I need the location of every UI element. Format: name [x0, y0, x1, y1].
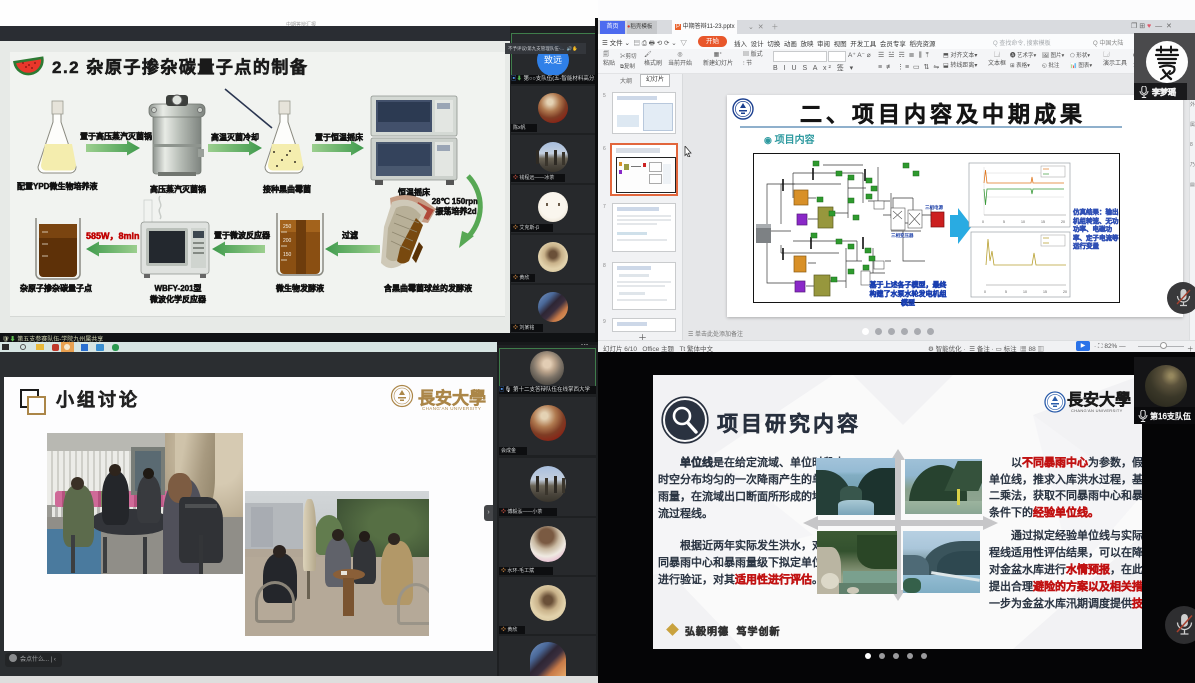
svg-text:10: 10	[1021, 220, 1025, 224]
svg-text:15: 15	[1041, 220, 1045, 224]
svg-text:20: 20	[1063, 290, 1067, 294]
svg-text:0: 0	[982, 220, 984, 224]
svg-text:5: 5	[1003, 220, 1005, 224]
svg-text:200: 200	[283, 238, 292, 244]
svg-text:10: 10	[1023, 290, 1027, 294]
svg-text:三相电源: 三相电源	[925, 204, 943, 211]
svg-text:三相变压器: 三相变压器	[891, 232, 914, 239]
svg-text:0: 0	[984, 290, 986, 294]
svg-text:250: 250	[283, 224, 292, 230]
svg-text:20: 20	[1061, 220, 1065, 224]
svg-text:15: 15	[1043, 290, 1047, 294]
svg-text:150: 150	[283, 252, 292, 258]
svg-text:5: 5	[1005, 290, 1007, 294]
